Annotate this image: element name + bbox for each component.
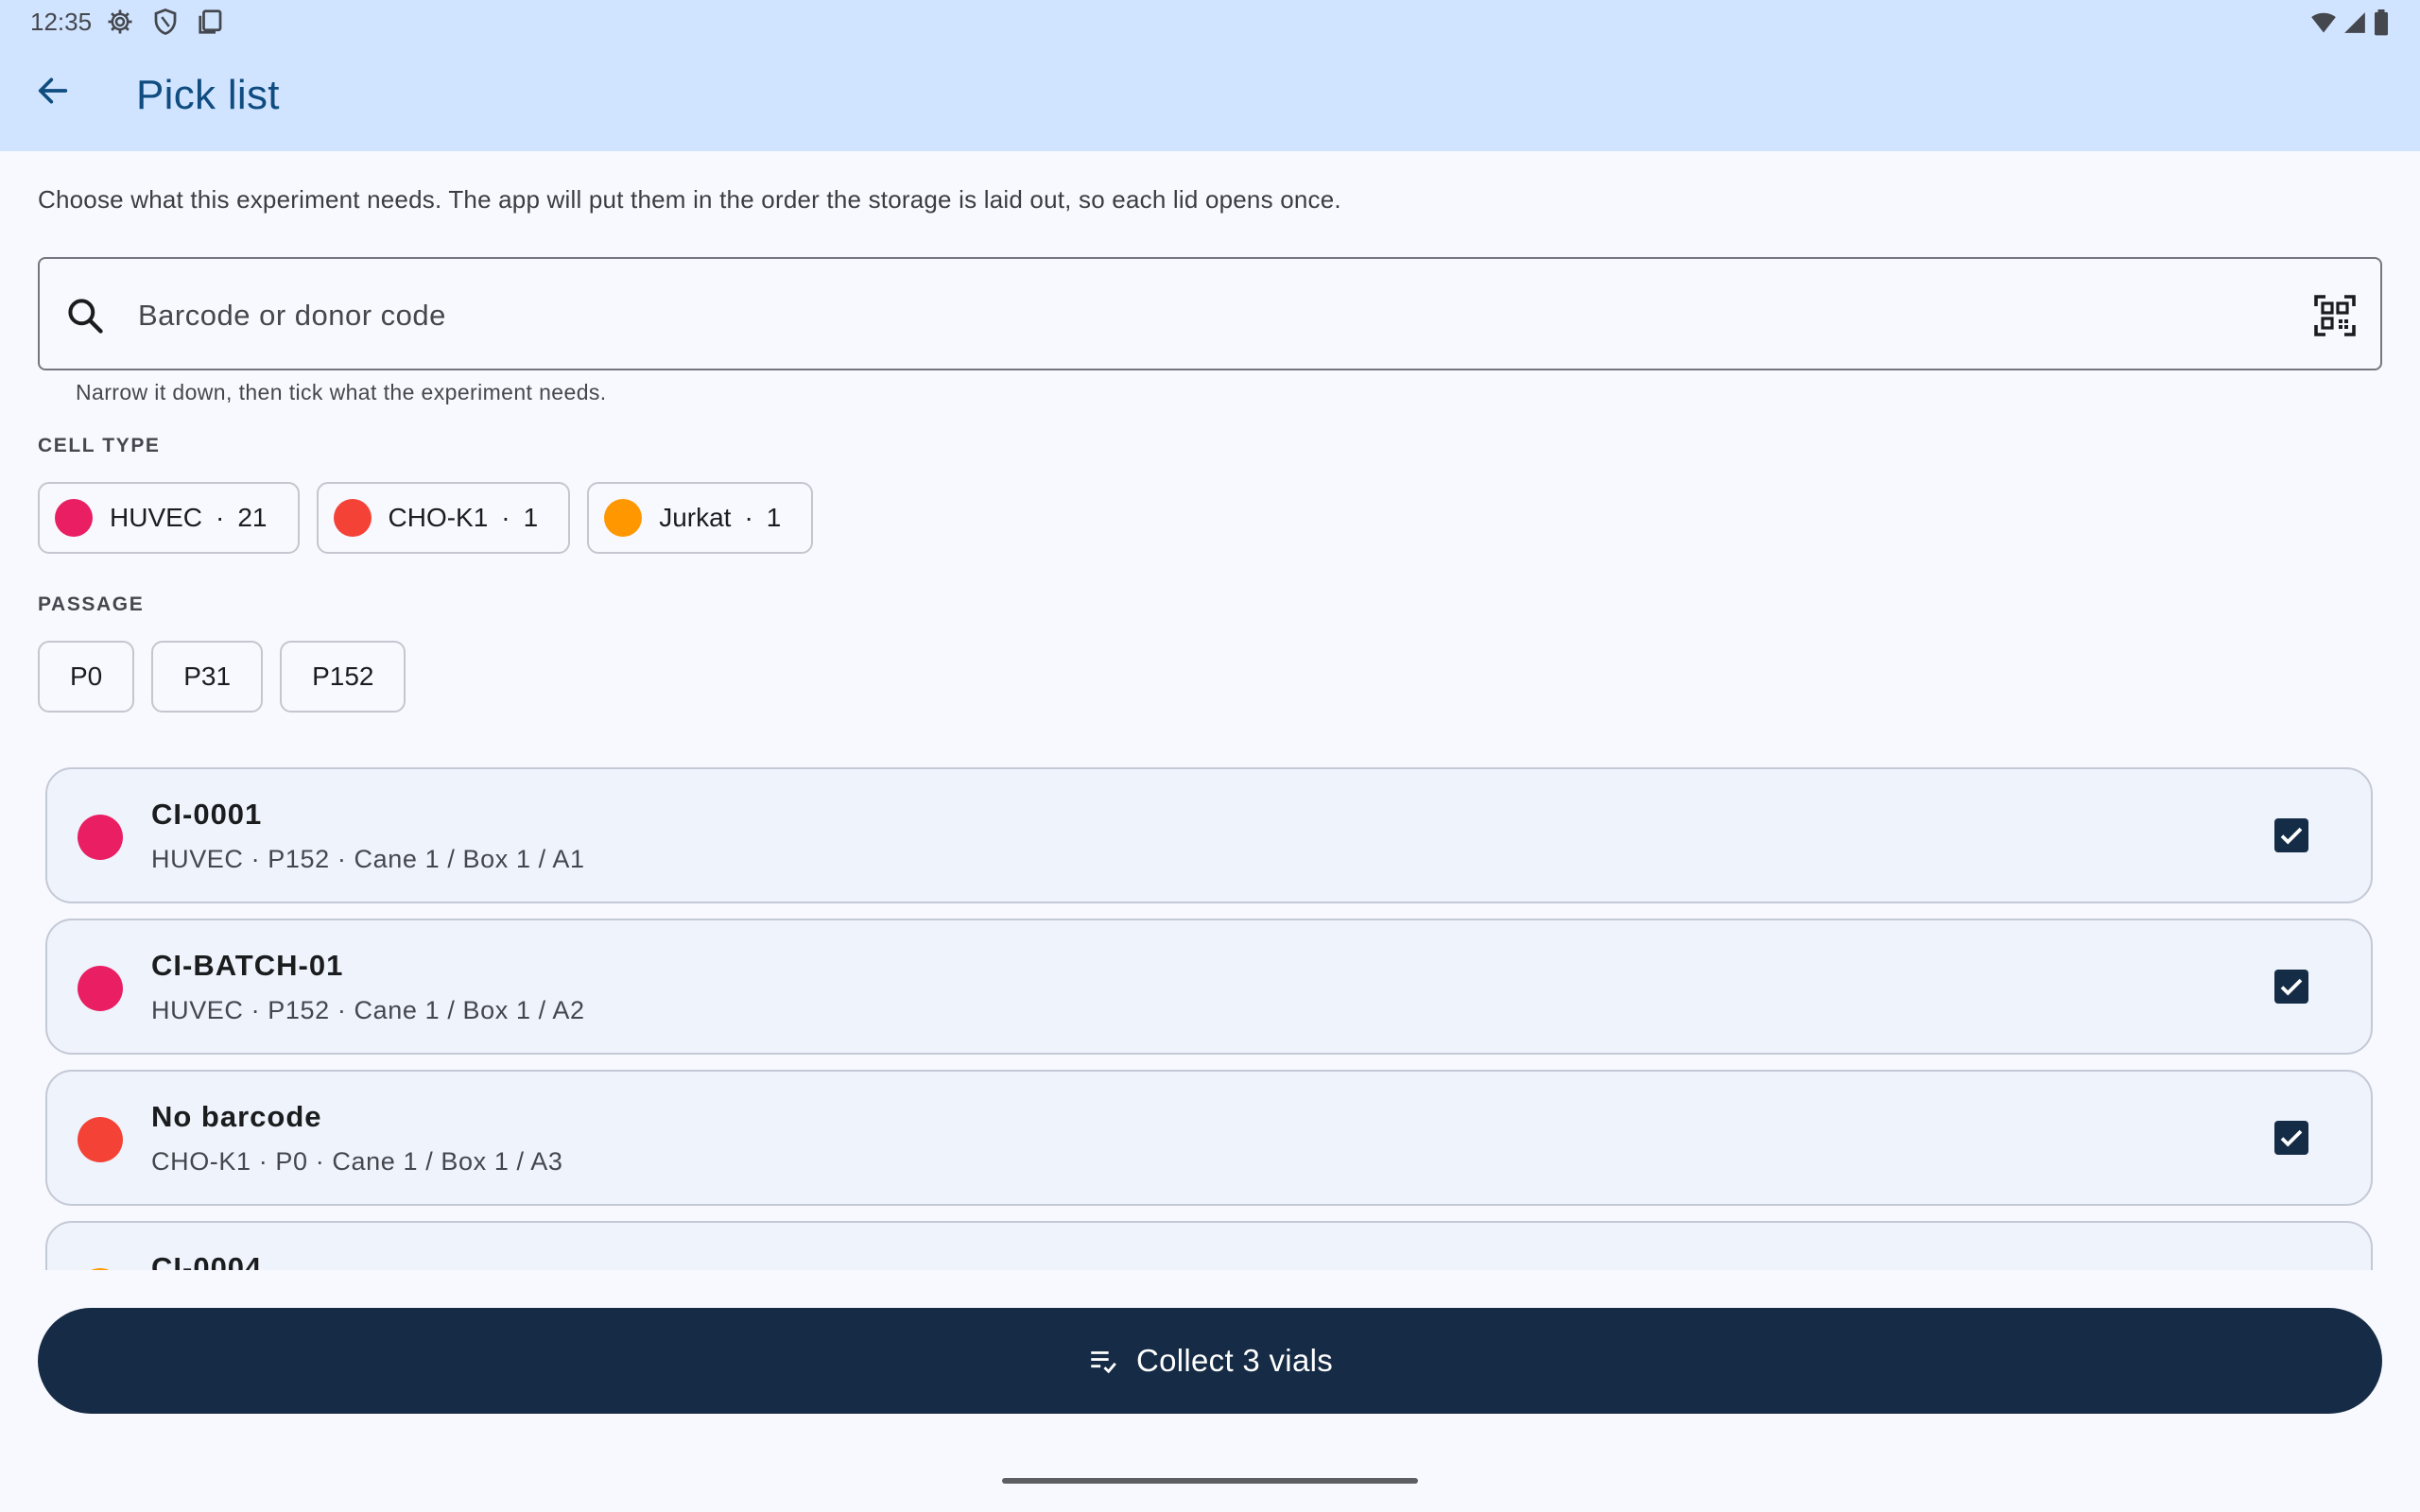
clipboard-icon: [199, 9, 222, 34]
chip-label: P152: [312, 662, 374, 691]
chip-count: 21: [237, 503, 268, 532]
cell-color-dot: [78, 1117, 123, 1162]
cell-type-chips: HUVEC · 21 CHO-K1 · 1 Jurkat · 1: [38, 482, 814, 554]
vial-title: CI-BATCH-01: [151, 949, 344, 982]
back-button[interactable]: [23, 60, 83, 121]
chip-label: Jurkat: [659, 503, 732, 532]
chip-cho-k1[interactable]: CHO-K1 · 1: [316, 482, 571, 554]
vial-checkbox[interactable]: [2274, 970, 2308, 1004]
chip-label: CHO-K1: [388, 503, 489, 532]
collect-button-label: Collect 3 vials: [1135, 1343, 1334, 1378]
vial-subtitle: CHO-K1 · P0 · Cane 1 / Box 1 / A3: [151, 1147, 563, 1176]
chip-separator: ·: [216, 503, 225, 532]
search-helper-text: Narrow it down, then tick what the exper…: [76, 380, 607, 404]
passage-label: PASSAGE: [38, 593, 145, 615]
page-title: Pick list: [136, 72, 280, 118]
shield-icon: [154, 9, 177, 35]
chip-label: P31: [183, 662, 232, 691]
search-icon: [68, 299, 103, 334]
vial-row[interactable]: CI-BATCH-01 HUVEC · P152 · Cane 1 / Box …: [45, 919, 2373, 1055]
checkmark-icon: [2280, 978, 2303, 996]
vial-subtitle: HUVEC · P152 · Cane 1 / Box 1 / A1: [151, 845, 585, 873]
chip-jurkat[interactable]: Jurkat · 1: [587, 482, 814, 554]
cell-type-label: CELL TYPE: [38, 435, 161, 456]
vial-row[interactable]: No barcode CHO-K1 · P0 · Cane 1 / Box 1 …: [45, 1070, 2373, 1206]
chip-separator: ·: [501, 503, 510, 532]
status-bar: 12:35: [0, 0, 2420, 45]
cell-color-dot: [78, 815, 123, 860]
chip-p152[interactable]: P152: [280, 641, 406, 713]
wifi-icon: [2311, 12, 2336, 33]
cell-color-dot: [55, 499, 93, 537]
cell-signal-icon: [2344, 12, 2365, 33]
qr-scan-icon[interactable]: [2312, 293, 2358, 338]
vial-subtitle: HUVEC · P152 · Cane 1 / Box 1 / A2: [151, 996, 585, 1024]
arrow-back-icon: [38, 77, 68, 104]
checklist-icon: [1091, 1351, 1116, 1374]
search-input[interactable]: [138, 285, 2218, 346]
passage-chips: P0 P31 P152: [38, 641, 406, 713]
cell-color-dot: [333, 499, 372, 537]
vial-checkbox[interactable]: [2274, 818, 2308, 852]
checkmark-icon: [2280, 827, 2303, 845]
vial-checkbox[interactable]: [2274, 1121, 2308, 1155]
chip-p0[interactable]: P0: [38, 641, 135, 713]
chip-count: 1: [766, 503, 782, 532]
vial-list[interactable]: CI-0001 HUVEC · P152 · Cane 1 / Box 1 / …: [0, 756, 2420, 1270]
cell-color-dot: [604, 499, 643, 537]
cell-color-dot: [78, 966, 123, 1011]
cell-color-dot: [78, 1268, 123, 1270]
app-bar: 12:35 Pick list: [0, 0, 2420, 151]
status-time: 12:35: [30, 8, 93, 36]
checkmark-icon: [2280, 1129, 2303, 1147]
chip-label: P0: [70, 662, 103, 691]
gesture-handle[interactable]: [1002, 1478, 1418, 1484]
chip-count: 1: [523, 503, 539, 532]
chip-label: HUVEC: [110, 503, 203, 532]
vial-title: No barcode: [151, 1100, 322, 1133]
chip-huvec[interactable]: HUVEC · 21: [38, 482, 300, 554]
vial-row[interactable]: CI-0001 HUVEC · P152 · Cane 1 / Box 1 / …: [45, 767, 2373, 903]
collect-vials-button[interactable]: Collect 3 vials: [38, 1308, 2382, 1414]
battery-icon: [2375, 9, 2388, 36]
gear-icon: [108, 9, 132, 34]
system-icons: [2310, 9, 2390, 36]
vial-title: CI-0001: [151, 798, 263, 831]
intro-text: Choose what this experiment needs. The a…: [38, 185, 1341, 214]
vial-row[interactable]: CI-0004: [45, 1221, 2373, 1270]
chip-p31[interactable]: P31: [151, 641, 264, 713]
search-field[interactable]: [38, 257, 2382, 370]
chip-separator: ·: [744, 503, 753, 532]
vial-title: CI-0004: [151, 1251, 263, 1270]
